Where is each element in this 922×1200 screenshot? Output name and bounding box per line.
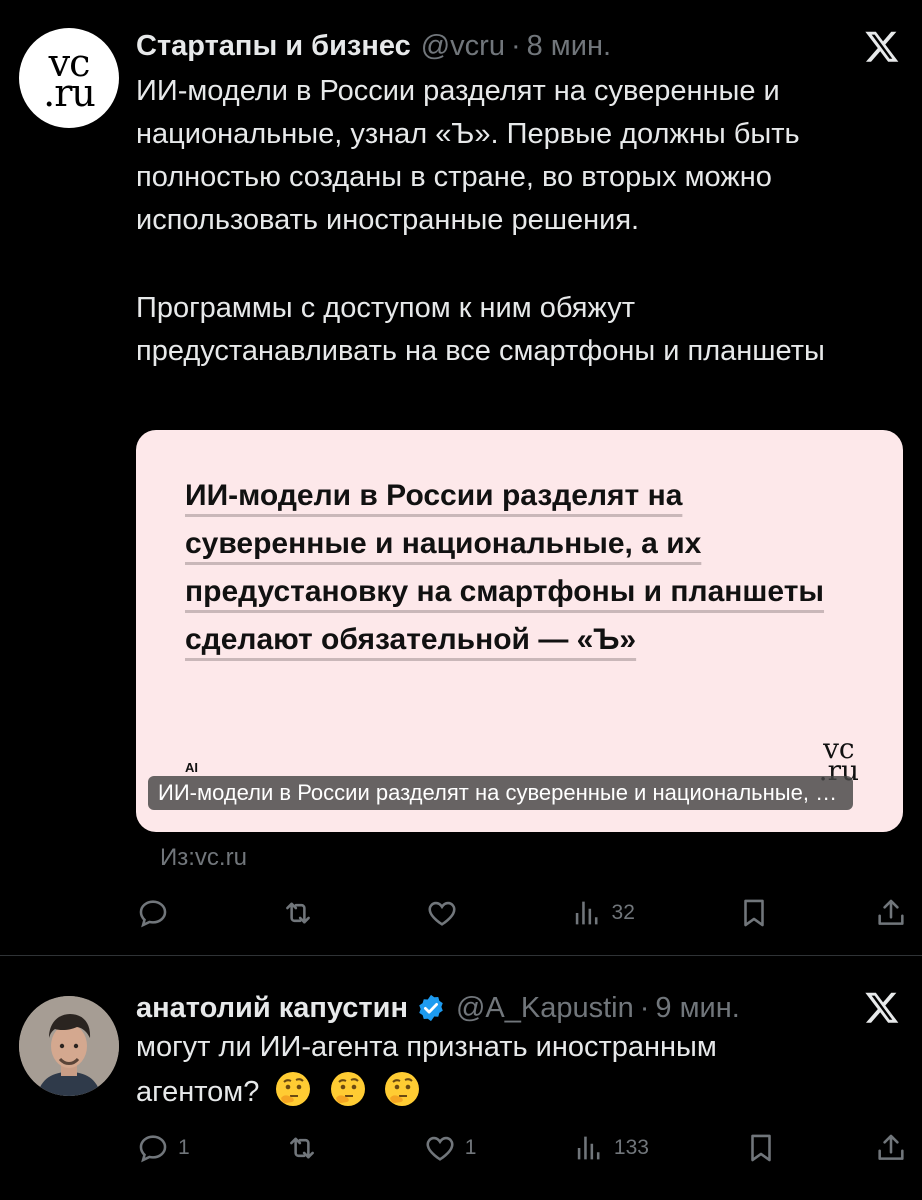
author-name[interactable]: Стартапы и бизнес <box>136 30 411 63</box>
x-logo-icon[interactable] <box>864 989 900 1025</box>
bookmark-icon <box>744 899 765 927</box>
x-logo-icon[interactable] <box>864 28 900 64</box>
repost-button[interactable] <box>285 1131 327 1165</box>
action-bar: 1 1 133 <box>136 1128 908 1168</box>
tweet-time[interactable]: 9 мин. <box>655 992 739 1025</box>
reply-icon <box>139 900 167 928</box>
action-bar: 32 <box>136 893 908 933</box>
reply-count: 1 <box>178 1136 190 1159</box>
meta-separator: · <box>510 29 521 62</box>
views-chart-icon <box>575 901 598 925</box>
tweet-header: Стартапы и бизнес @vcru · 8 мин. <box>136 22 842 70</box>
repost-icon <box>285 902 310 924</box>
views-chart-icon <box>577 1136 600 1160</box>
repost-icon <box>290 1137 315 1159</box>
bookmark-icon <box>751 1134 772 1162</box>
tweet-text-paragraph-1: ИИ-модели в России разделят на суверенны… <box>136 75 800 236</box>
repost-button[interactable] <box>281 896 323 930</box>
author-handle[interactable]: @vcru <box>421 30 505 63</box>
reply-button[interactable] <box>136 896 178 930</box>
tweet-vcru[interactable]: vc .ru Стартапы и бизнес @vcru · 8 мин. … <box>0 0 922 956</box>
views-count: 32 <box>611 901 635 924</box>
thinking-face-icon <box>330 1072 365 1106</box>
like-button[interactable] <box>425 896 467 930</box>
avatar-vcru[interactable]: vc .ru <box>19 28 119 128</box>
meta-separator: · <box>639 991 650 1024</box>
tweet-text-paragraph-2: Программы с доступом к ним обяжут предус… <box>136 292 825 367</box>
share-button[interactable] <box>874 1131 908 1165</box>
verified-badge-icon[interactable] <box>416 993 446 1023</box>
card-tag: AI <box>185 760 198 775</box>
avatar-kapustin[interactable] <box>19 996 119 1096</box>
views-button[interactable]: 133 <box>572 1131 649 1165</box>
reply-icon <box>139 1135 167 1163</box>
share-icon <box>878 1134 904 1160</box>
views-count: 133 <box>613 1136 649 1159</box>
author-handle[interactable]: @A_Kapustin <box>456 992 634 1025</box>
share-button[interactable] <box>874 896 908 930</box>
heart-icon <box>426 1136 454 1161</box>
heart-icon <box>428 901 456 926</box>
author-name[interactable]: анатолий капустин <box>136 992 408 1025</box>
tweet-header: анатолий капустин @A_Kapustin · 9 мин. <box>136 984 842 1032</box>
card-headline: ИИ-модели в России разделят на суверенны… <box>185 479 825 656</box>
avatar-logo-line-2: .ru <box>43 71 96 115</box>
tweet-reply-kapustin[interactable]: анатолий капустин @A_Kapustin · 9 мин. м… <box>0 956 922 1200</box>
thinking-face-icon <box>384 1072 419 1106</box>
link-card[interactable]: ИИ-модели в России разделят на суверенны… <box>136 430 903 832</box>
avatar-portrait-icon <box>19 996 119 1096</box>
reply-text-block: могут ли ИИ-агента признать иностранным … <box>136 1026 762 1114</box>
link-source[interactable]: Из:vc.ru <box>160 844 247 872</box>
tweet-time[interactable]: 8 мин. <box>527 30 611 63</box>
share-icon <box>878 899 904 925</box>
like-button[interactable]: 1 <box>423 1131 477 1165</box>
bookmark-button[interactable] <box>744 1131 778 1165</box>
card-caption: ИИ-модели в России разделят на суверенны… <box>148 776 853 810</box>
reply-text: могут ли ИИ-агента признать иностранным … <box>136 1031 717 1108</box>
bookmark-button[interactable] <box>737 896 771 930</box>
reply-button[interactable]: 1 <box>136 1131 190 1165</box>
like-count: 1 <box>464 1136 477 1159</box>
thinking-face-icon <box>276 1072 311 1106</box>
views-button[interactable]: 32 <box>570 896 635 930</box>
